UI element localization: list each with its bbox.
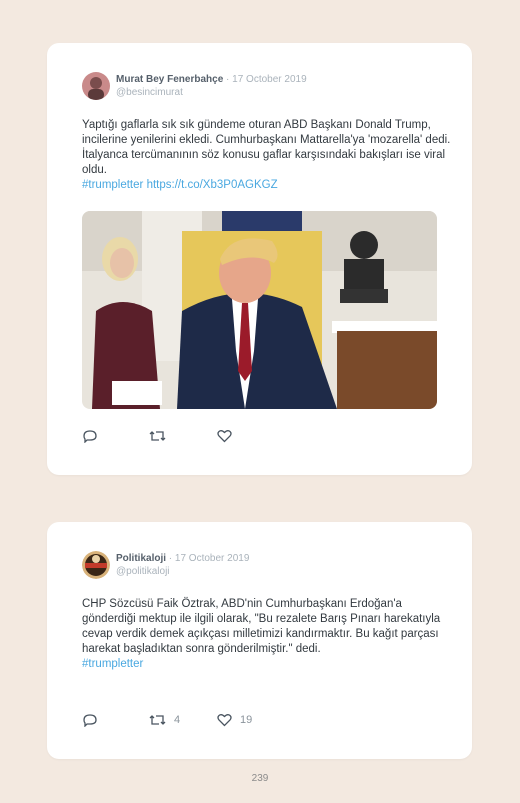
hashtag-link[interactable]: #trumpletter (82, 657, 452, 672)
tweet-date: · 17 October 2019 (226, 74, 307, 85)
reply-icon[interactable] (82, 429, 98, 443)
like-button[interactable]: 19 (217, 713, 252, 727)
like-count: 19 (240, 714, 253, 726)
reply-icon[interactable] (82, 713, 98, 727)
author-handle[interactable]: @politikaloji (116, 565, 249, 578)
avatar[interactable] (82, 551, 110, 579)
retweet-icon[interactable] (149, 713, 166, 727)
heart-icon[interactable] (217, 429, 232, 443)
tweet-text: Yaptığı gaflarla sık sık gündeme oturan … (82, 119, 452, 193)
retweet-icon[interactable] (149, 429, 166, 443)
tweet-actions: 4 19 (82, 713, 252, 727)
author-name[interactable]: Politikaloji (116, 553, 166, 564)
tweet-links: #trumpletter https://t.co/Xb3P0AGKGZ (82, 178, 452, 193)
retweet-button[interactable] (149, 429, 217, 443)
tweet-header: Politikaloji · 17 October 2019 @politika… (116, 552, 249, 578)
tweet-card[interactable]: Murat Bey Fenerbahçe · 17 October 2019 @… (47, 43, 472, 475)
tweet-actions (82, 429, 232, 443)
reply-button[interactable] (82, 429, 149, 443)
tweet-text: CHP Sözcüsü Faik Öztrak, ABD'nin Cumhurb… (82, 597, 452, 672)
reply-button[interactable] (82, 713, 149, 727)
hashtag-link[interactable]: #trumpletter (82, 179, 143, 191)
heart-icon[interactable] (217, 713, 232, 727)
author-name[interactable]: Murat Bey Fenerbahçe (116, 74, 223, 85)
url-link[interactable]: https://t.co/Xb3P0AGKGZ (147, 179, 278, 191)
tweet-card[interactable]: Politikaloji · 17 October 2019 @politika… (47, 522, 472, 759)
page-number: 239 (251, 773, 269, 784)
tweet-date: · 17 October 2019 (168, 553, 250, 564)
retweet-count: 4 (174, 714, 181, 726)
tweet-header: Murat Bey Fenerbahçe · 17 October 2019 @… (116, 73, 307, 99)
retweet-button[interactable]: 4 (149, 713, 217, 727)
like-button[interactable] (217, 429, 232, 443)
avatar[interactable] (82, 72, 110, 100)
tweet-photo[interactable] (82, 211, 437, 409)
author-handle[interactable]: @besincimurat (116, 86, 307, 99)
